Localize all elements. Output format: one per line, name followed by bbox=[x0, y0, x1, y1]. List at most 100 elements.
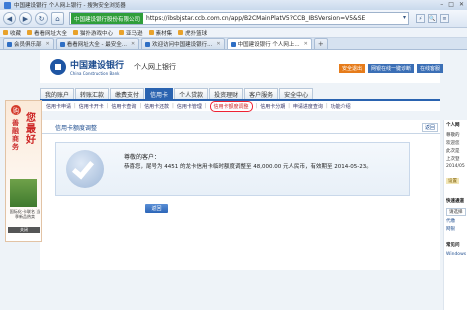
ad-caption: 国际化·卡联名 当季新品热卖 bbox=[9, 209, 41, 219]
favorite-item[interactable]: 素材集 bbox=[148, 29, 172, 37]
panel-link[interactable]: Windows bbox=[446, 252, 466, 257]
nav-personal-loan[interactable]: 个人贷款 bbox=[174, 88, 209, 99]
favicon-icon bbox=[178, 30, 184, 35]
nav-my-account[interactable]: 我的账户 bbox=[40, 88, 75, 99]
maximize-icon[interactable]: □ bbox=[448, 1, 454, 8]
panel-link[interactable]: 网银 bbox=[446, 226, 455, 232]
forward-arrow-icon: ▶ bbox=[22, 14, 29, 23]
panel-line: 2014/05 bbox=[446, 164, 465, 169]
refresh-icon: ↻ bbox=[38, 14, 45, 23]
tab-close-icon[interactable]: ✕ bbox=[46, 41, 50, 47]
home-button[interactable]: ⌂ bbox=[51, 12, 64, 25]
back-link[interactable]: 返回 bbox=[421, 123, 438, 132]
favicon-icon bbox=[230, 41, 236, 47]
favorite-item[interactable]: 看看网址大全 bbox=[27, 29, 67, 37]
success-check-icon bbox=[66, 150, 104, 188]
favicon-icon bbox=[73, 30, 79, 35]
panel-select[interactable]: 请选择 bbox=[446, 208, 466, 216]
tab-close-icon[interactable]: ✕ bbox=[304, 41, 308, 47]
bank-logo[interactable]: 中国建设银行 China Construction Bank 个人网上银行 bbox=[50, 58, 176, 76]
back-button[interactable]: ◀ bbox=[3, 12, 16, 25]
bank-name: 中国建设银行 bbox=[70, 61, 125, 71]
panel-line: 欢迎您 bbox=[446, 141, 460, 146]
ad-badge: 购 bbox=[11, 105, 21, 115]
panel-line: 尊敬的 bbox=[446, 133, 460, 138]
forward-button[interactable]: ▶ bbox=[19, 12, 32, 25]
main-content: 信用卡额度调整 返回 尊敬的客户： 恭喜您，尾号为 4451 的龙卡信用卡临时额… bbox=[40, 120, 440, 270]
subnav-manage[interactable]: 信用卡管理 bbox=[177, 103, 202, 110]
panel-subheading: 常见问 bbox=[446, 243, 460, 248]
nav-payment[interactable]: 缴费支付 bbox=[110, 88, 145, 99]
panel-line: 上次登 bbox=[446, 157, 460, 162]
left-ad-banner[interactable]: 购 善融商务 您最好 国际化·卡联名 当季新品热卖 关闭 bbox=[5, 100, 42, 242]
navbar-tools: ⚡ 🔍 ≡ bbox=[416, 14, 449, 23]
favicon-icon bbox=[145, 41, 151, 47]
menu-icon[interactable]: ≡ bbox=[440, 14, 449, 23]
browser-tab[interactable]: 欢迎访问中国建设银行... ✕ bbox=[141, 38, 225, 49]
favicon-icon bbox=[27, 30, 33, 35]
browser-titlebar: 中国建设银行 个人网上银行 - 搜狗安全浏览器 – □ ✕ bbox=[0, 0, 467, 10]
nav-customer-service[interactable]: 客户服务 bbox=[244, 88, 279, 99]
subnav-limit-adjust[interactable]: 信用卡额度调整 bbox=[209, 100, 253, 112]
panel-heading: 个人网 bbox=[446, 123, 460, 128]
favorite-item[interactable]: 虎扑篮球 bbox=[178, 29, 207, 37]
favorite-item[interactable]: 亚马逊 bbox=[119, 29, 143, 37]
favorites-bar: 收藏 看看网址大全 猫扑游戏中心 亚马逊 素材集 虎扑篮球 bbox=[0, 28, 467, 38]
subnav-repay[interactable]: 信用卡还款 bbox=[144, 103, 169, 110]
browser-tab[interactable]: 会员俱乐部 ✕ bbox=[3, 38, 54, 49]
section-header: 信用卡额度调整 返回 bbox=[40, 120, 440, 134]
search-icon[interactable]: 🔍 bbox=[428, 14, 437, 23]
minimize-icon[interactable]: – bbox=[440, 1, 443, 8]
nav-credit-card[interactable]: 信用卡 bbox=[145, 88, 174, 99]
dropdown-icon[interactable]: ▾ bbox=[403, 14, 406, 21]
address-bar[interactable]: 中国建设银行股份有限公司 https://ibsbjstar.ccb.com.c… bbox=[69, 12, 409, 25]
refresh-button[interactable]: ↻ bbox=[35, 12, 48, 25]
browser-tab[interactable]: 看看网址大全 - 最安全... ✕ bbox=[55, 38, 140, 49]
browser-navbar: ◀ ▶ ↻ ⌂ 中国建设银行股份有限公司 https://ibsbjstar.c… bbox=[0, 10, 467, 28]
subnav-activate[interactable]: 信用卡开卡 bbox=[79, 103, 104, 110]
nav-security-center[interactable]: 安全中心 bbox=[279, 88, 314, 99]
favorite-item[interactable]: 猫扑游戏中心 bbox=[73, 29, 113, 37]
main-nav: 我的账户 转账汇款 缴费支付 信用卡 个人贷款 投资理财 客户服务 安全中心 bbox=[40, 88, 440, 99]
star-icon bbox=[3, 30, 8, 35]
url-text[interactable]: https://ibsbjstar.ccb.com.cn/app/B2CMain… bbox=[146, 15, 365, 22]
favorite-item[interactable]: 收藏 bbox=[3, 29, 21, 37]
browser-tab-active[interactable]: 中国建设银行 个人网上... ✕ bbox=[226, 38, 312, 49]
favicon-icon bbox=[148, 30, 154, 35]
panel-setting[interactable]: 设置 bbox=[446, 178, 459, 184]
certificate-badge[interactable]: 中国建设银行股份有限公司 bbox=[71, 13, 144, 24]
ccb-logo-icon bbox=[50, 59, 66, 75]
diagnose-button[interactable]: 网银在线一键诊断 bbox=[367, 64, 414, 73]
ad-close-button[interactable]: 关闭 bbox=[8, 227, 40, 233]
new-tab-button[interactable]: + bbox=[313, 38, 328, 49]
tab-close-icon[interactable]: ✕ bbox=[216, 41, 220, 47]
home-icon: ⌂ bbox=[55, 14, 60, 23]
subnav-installment[interactable]: 信用卡分期 bbox=[260, 103, 285, 110]
tab-close-icon[interactable]: ✕ bbox=[131, 41, 135, 47]
return-button[interactable]: 返回 bbox=[145, 204, 168, 213]
window-title: 中国建设银行 个人网上银行 - 搜狗安全浏览器 bbox=[14, 3, 126, 9]
favicon-icon bbox=[59, 41, 65, 47]
ad-text-line2: 您最好 bbox=[26, 113, 36, 146]
close-icon[interactable]: ✕ bbox=[459, 1, 464, 8]
section-title: 信用卡额度调整 bbox=[55, 125, 98, 132]
subnav-progress[interactable]: 申请进度查询 bbox=[293, 103, 323, 110]
greeting-text: 尊敬的客户： bbox=[124, 154, 161, 161]
success-message-box: 尊敬的客户： 恭喜您，尾号为 4451 的龙卡信用卡临时额度调整至 48,000… bbox=[55, 142, 410, 196]
browser-app-icon bbox=[4, 1, 11, 9]
panel-subheading: 快速通道 bbox=[446, 199, 464, 204]
back-arrow-icon: ◀ bbox=[6, 14, 13, 23]
web-page: 中国建设银行 China Construction Bank 个人网上银行 安全… bbox=[0, 50, 467, 310]
panel-link[interactable]: 代缴 bbox=[446, 218, 455, 224]
subnav-apply[interactable]: 信用卡申请 bbox=[46, 103, 71, 110]
ad-text-line1: 善融商务 bbox=[12, 119, 19, 151]
subnav-intro[interactable]: 功能介绍 bbox=[331, 103, 351, 110]
compat-icon[interactable]: ⚡ bbox=[416, 14, 425, 23]
header-buttons: 安全退出 网银在线一键诊断 在线客服 bbox=[338, 64, 443, 73]
ad-image bbox=[10, 179, 37, 207]
logout-button[interactable]: 安全退出 bbox=[338, 64, 365, 73]
online-service-button[interactable]: 在线客服 bbox=[416, 64, 443, 73]
subnav-query[interactable]: 信用卡查询 bbox=[111, 103, 136, 110]
nav-transfer[interactable]: 转账汇款 bbox=[75, 88, 110, 99]
nav-investment[interactable]: 投资理财 bbox=[209, 88, 244, 99]
